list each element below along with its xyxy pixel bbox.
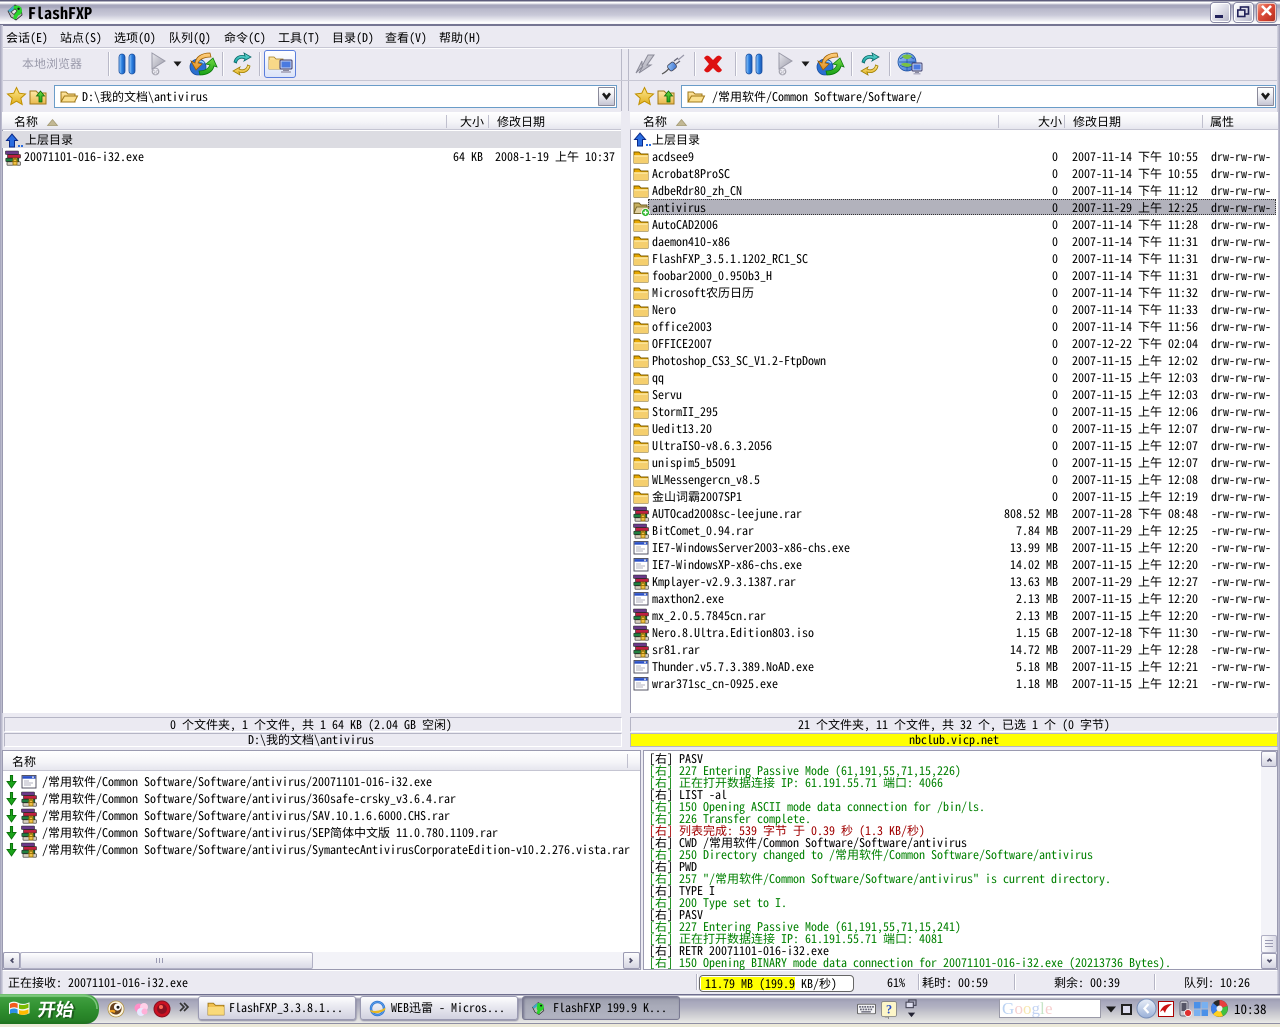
svg-text:o: o [1023,999,1032,1018]
svg-text:o: o [1015,999,1024,1018]
svg-text:?: ? [886,1002,892,1016]
svg-text:e: e [1045,999,1053,1018]
svg-text:GO: GO [779,70,787,75]
svg-text:GO: GO [152,70,160,75]
svg-text:G: G [1002,999,1014,1018]
